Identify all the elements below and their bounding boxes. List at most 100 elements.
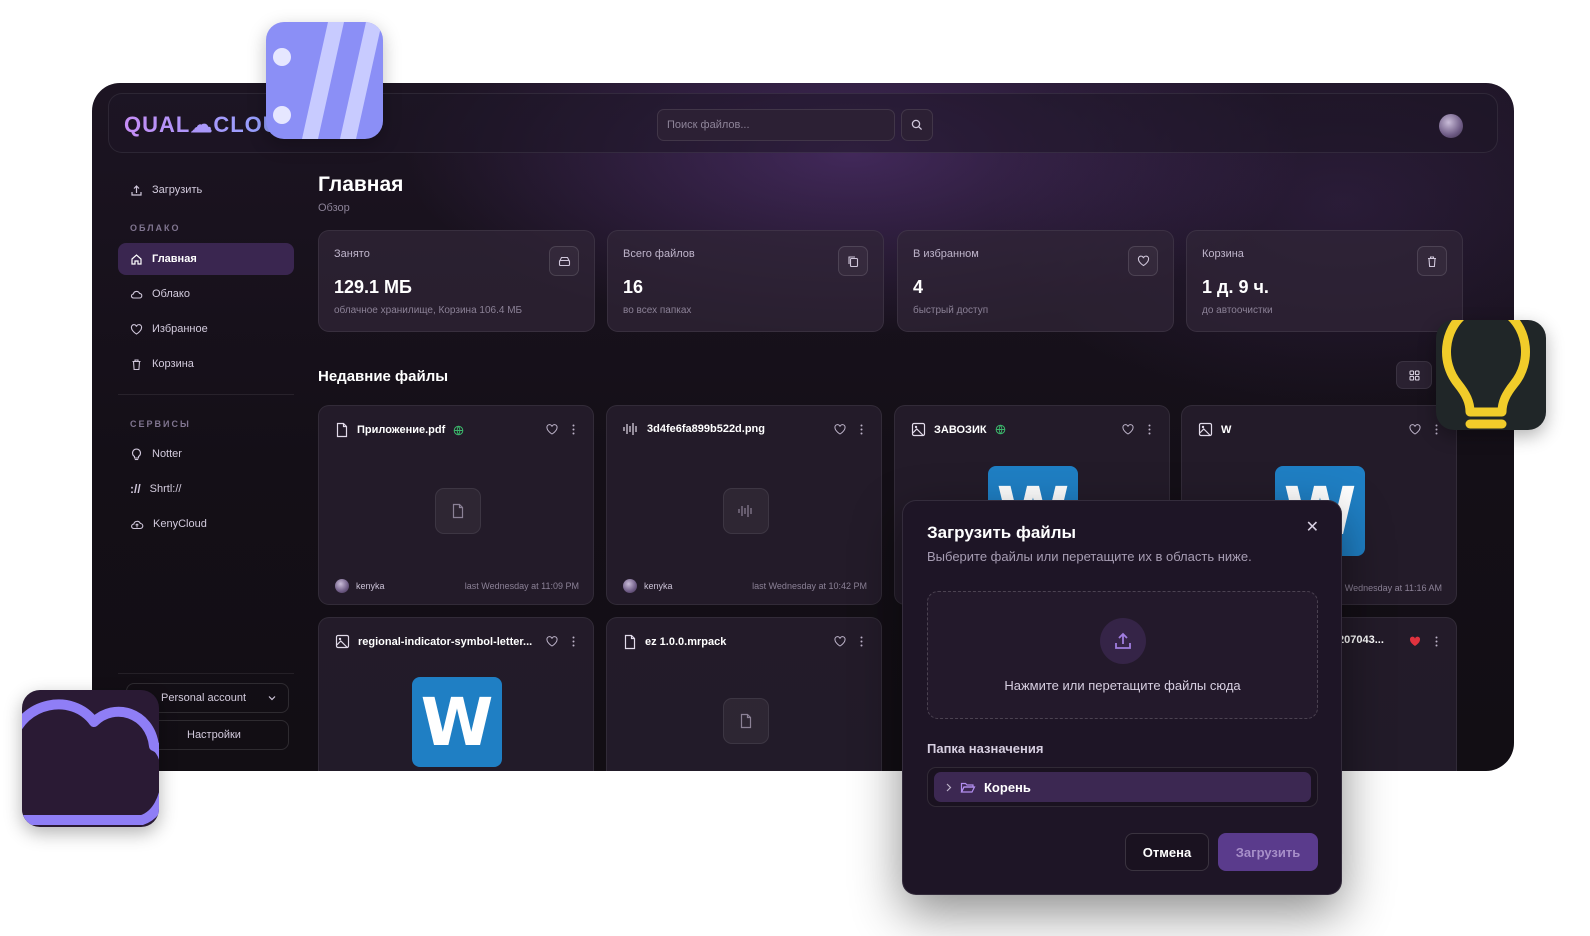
audio-icon <box>623 422 639 436</box>
file-dropzone[interactable]: Нажмите или перетащите файлы сюда <box>927 591 1318 719</box>
more-vertical-icon[interactable] <box>860 424 863 435</box>
favorite-heart-icon[interactable] <box>834 424 846 435</box>
sidebar-item-favorites[interactable]: Избранное <box>118 313 294 345</box>
file-card[interactable]: Приложение.pdf kenyka last Wednesday at … <box>318 405 594 605</box>
chevron-right-icon <box>946 783 952 792</box>
sidebar-item-notter[interactable]: Notter <box>118 438 294 470</box>
file-card[interactable]: ez 1.0.0.mrpack <box>606 617 882 771</box>
sidebar-section-services: СЕРВИСЫ <box>130 419 191 429</box>
notter-app-icon <box>1436 320 1546 430</box>
favorite-heart-icon[interactable] <box>834 636 846 647</box>
avatar <box>623 579 637 593</box>
file-icon <box>739 713 753 729</box>
favorite-heart-icon[interactable] <box>546 636 558 647</box>
more-vertical-icon[interactable] <box>1435 424 1438 435</box>
copy-icon <box>838 246 868 276</box>
more-vertical-icon[interactable] <box>572 424 575 435</box>
search-icon <box>911 119 923 131</box>
more-vertical-icon[interactable] <box>1148 424 1151 435</box>
image-icon <box>911 422 926 437</box>
sidebar-item-shrtl[interactable]: :// Shrtl:// <box>118 473 294 505</box>
more-vertical-icon[interactable] <box>860 636 863 647</box>
file-icon <box>623 634 637 650</box>
more-vertical-icon[interactable] <box>1435 636 1438 647</box>
favorite-heart-icon[interactable] <box>546 424 558 435</box>
folder-open-icon <box>960 781 976 794</box>
dropzone-text: Нажмите или перетащите файлы сюда <box>1004 678 1241 693</box>
upload-submit-button[interactable]: Загрузить <box>1218 833 1318 871</box>
sidebar-item-label: KenyCloud <box>153 518 207 530</box>
sidebar-item-cloud[interactable]: Облако <box>118 278 294 310</box>
chevron-down-icon <box>268 695 276 701</box>
trash-icon <box>1417 246 1447 276</box>
upload-nav-label: Загрузить <box>152 184 203 196</box>
favorite-heart-filled-icon[interactable] <box>1409 636 1421 647</box>
recent-files-title: Недавние файлы <box>318 368 449 385</box>
user-avatar[interactable] <box>1439 114 1463 138</box>
close-icon[interactable]: ✕ <box>1306 517 1319 537</box>
stat-value: 129.1 МБ <box>334 277 412 297</box>
shrtl-app-icon <box>266 22 383 139</box>
file-icon <box>451 503 465 519</box>
file-name: 3d4fe6fa899b522d.png <box>647 423 765 435</box>
sidebar-item-label: Облако <box>152 288 190 300</box>
image-icon <box>1198 422 1213 437</box>
file-name: 207043... <box>1338 634 1384 646</box>
upload-nav-button[interactable]: Загрузить <box>118 174 294 206</box>
file-thumbnail <box>723 488 769 534</box>
sidebar-item-label: Главная <box>152 253 197 265</box>
home-icon <box>130 253 143 266</box>
more-vertical-icon[interactable] <box>572 636 575 647</box>
cancel-button[interactable]: Отмена <box>1125 833 1209 871</box>
dialog-title: Загрузить файлы <box>927 523 1077 542</box>
heart-icon <box>130 323 143 336</box>
folder-item-root[interactable]: Корень <box>934 772 1311 802</box>
shared-globe-icon <box>453 425 464 436</box>
stat-card-used: Занято 129.1 МБ облачное хранилище, Корз… <box>318 230 595 332</box>
file-time: last Wednesday at 10:42 PM <box>752 581 867 591</box>
cloud-app-icon <box>22 690 159 827</box>
file-card[interactable]: regional-indicator-symbol-letter... W <box>318 617 594 771</box>
sidebar-item-label: Избранное <box>152 323 208 335</box>
cloud-icon <box>130 288 143 301</box>
favorite-heart-icon[interactable] <box>1122 424 1134 435</box>
image-icon <box>335 634 350 649</box>
folder-tree: Корень <box>927 767 1318 807</box>
app-logo[interactable]: QUAL☁CLOU <box>124 112 280 138</box>
upload-icon <box>1100 618 1146 664</box>
sidebar-item-trash[interactable]: Корзина <box>118 348 294 380</box>
favorite-heart-icon[interactable] <box>1409 424 1421 435</box>
stat-value: 1 д. 9 ч. <box>1202 277 1269 297</box>
trash-icon <box>130 358 143 371</box>
destination-folder-label: Папка назначения <box>927 741 1044 756</box>
lightbulb-icon <box>130 447 143 461</box>
sidebar-item-home[interactable]: Главная <box>118 243 294 275</box>
sidebar-divider <box>118 673 294 674</box>
file-name: Приложение.pdf <box>357 424 446 436</box>
search-button[interactable] <box>901 109 933 141</box>
link-slashes-icon: :// <box>130 482 141 496</box>
sidebar-item-kenycloud[interactable]: KenyCloud <box>118 508 294 540</box>
sidebar-item-label: Shrtl:// <box>149 483 182 495</box>
grid-view-toggle[interactable] <box>1396 361 1432 389</box>
stat-label: В избранном <box>913 248 979 260</box>
file-name: W <box>1221 423 1232 436</box>
sidebar-item-label: Корзина <box>152 358 194 370</box>
account-select-label: Personal account <box>161 692 246 704</box>
file-name: ЗАВОЗИК <box>934 423 987 436</box>
word-thumbnail: W <box>412 677 502 767</box>
file-time: Wednesday at 11:16 AM <box>1344 583 1442 593</box>
page-title: Главная <box>318 173 404 196</box>
avatar <box>335 579 349 593</box>
stat-description: облачное хранилище, Корзина 106.4 МБ <box>334 305 523 316</box>
file-owner: kenyka <box>644 581 673 591</box>
sidebar-divider <box>118 394 294 395</box>
sidebar-item-label: Notter <box>152 448 182 460</box>
page-subtitle: Обзор <box>318 202 350 214</box>
grid-icon <box>1409 370 1420 381</box>
stat-description: до автоочистки <box>1202 305 1273 316</box>
stat-description: во всех папках <box>623 305 692 316</box>
stat-description: быстрый доступ <box>913 305 989 316</box>
search-input[interactable]: Поиск файлов... <box>657 109 895 141</box>
file-card[interactable]: 3d4fe6fa899b522d.png kenyka last Wednesd… <box>606 405 882 605</box>
